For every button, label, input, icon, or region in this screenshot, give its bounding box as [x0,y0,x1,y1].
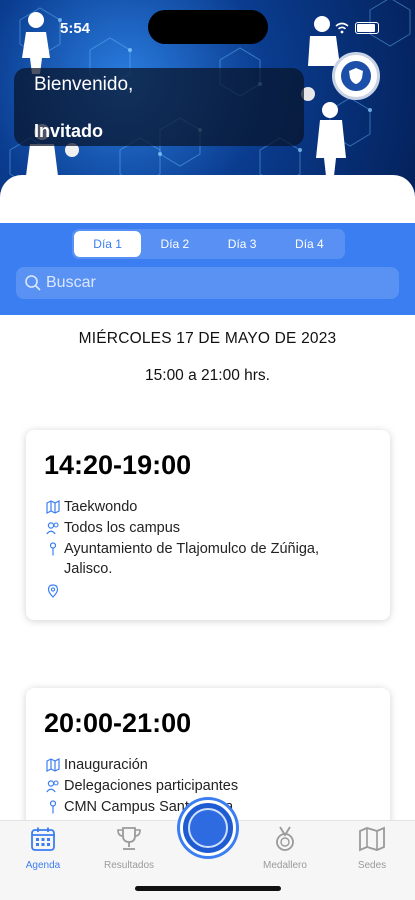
tab-dia-1[interactable]: Día 1 [74,231,142,257]
user-name: Invitado [34,121,104,141]
search-placeholder: Buscar [46,274,96,291]
search-icon [25,275,41,291]
pin-icon [49,800,57,814]
event-sport: Inauguración [64,757,148,773]
event-sport-row: Inauguración [46,755,376,775]
nav-resultados[interactable]: Resultados [94,823,164,871]
schedule-date: MIÉRCOLES 17 DE MAYO DE 2023 [78,330,337,347]
welcome-greeting: Bienvenido, [34,74,134,95]
event-participants: Delegaciones participantes [64,778,239,794]
nav-label: Agenda [25,860,61,871]
profile-logo-button[interactable] [332,52,380,100]
nav-medallero[interactable]: Medallero [250,823,320,871]
center-logo-button[interactable] [180,800,236,856]
wifi-icon [335,22,349,34]
users-icon [46,780,59,793]
day-tabs: Día 1 Día 2 Día 3 Día 4 [72,229,345,259]
schedule-hours: 15:00 a 21:00 hrs. [145,367,270,384]
battery-icon [355,22,379,34]
university-logo-icon [188,808,228,848]
pin-icon [49,542,57,556]
shield-icon [349,68,363,84]
device-notch [148,10,268,44]
tab-dia-3[interactable]: Día 3 [209,231,276,257]
event-participants-row: Delegaciones participantes [46,776,376,796]
status-time: 5:54 [60,20,91,37]
event-sport: Taekwondo [64,499,138,515]
map-icon [359,826,385,852]
tab-dia-2[interactable]: Día 2 [141,231,208,257]
nav-agenda[interactable]: Agenda [8,823,78,871]
nav-label: Sedes [357,860,387,871]
nav-sedes[interactable]: Sedes [337,823,407,871]
map-icon [46,500,60,514]
event-venue: Ayuntamiento de Tlajomulco de Zúñiga, Ja… [64,541,319,577]
trophy-icon [117,827,141,850]
event-sport-row: Taekwondo [46,497,376,517]
search-input[interactable]: Buscar [16,267,399,299]
nav-label: Resultados [103,860,155,871]
event-location-row[interactable] [46,581,376,598]
tab-dia-4[interactable]: Día 4 [276,231,343,257]
medal-icon [276,826,294,851]
nav-label: Medallero [263,860,307,871]
event-card[interactable]: 14:20-19:00 Taekwondo Todos los campus A… [26,430,390,620]
university-logo-icon [339,59,373,93]
event-participants-row: Todos los campus [46,518,376,538]
event-time: 20:00-21:00 [44,708,192,738]
status-icons [335,22,379,34]
users-icon [46,522,59,535]
event-venue-row: Ayuntamiento de Tlajomulco de Zúñiga, Ja… [46,539,376,579]
home-indicator [135,886,281,891]
location-marker-icon [47,584,59,598]
event-participants: Todos los campus [64,520,181,536]
header-banner: 5:54 Bienvenido, Invitado [0,0,415,200]
map-icon [46,758,60,772]
calendar-icon [31,827,55,851]
event-time: 14:20-19:00 [44,450,192,480]
